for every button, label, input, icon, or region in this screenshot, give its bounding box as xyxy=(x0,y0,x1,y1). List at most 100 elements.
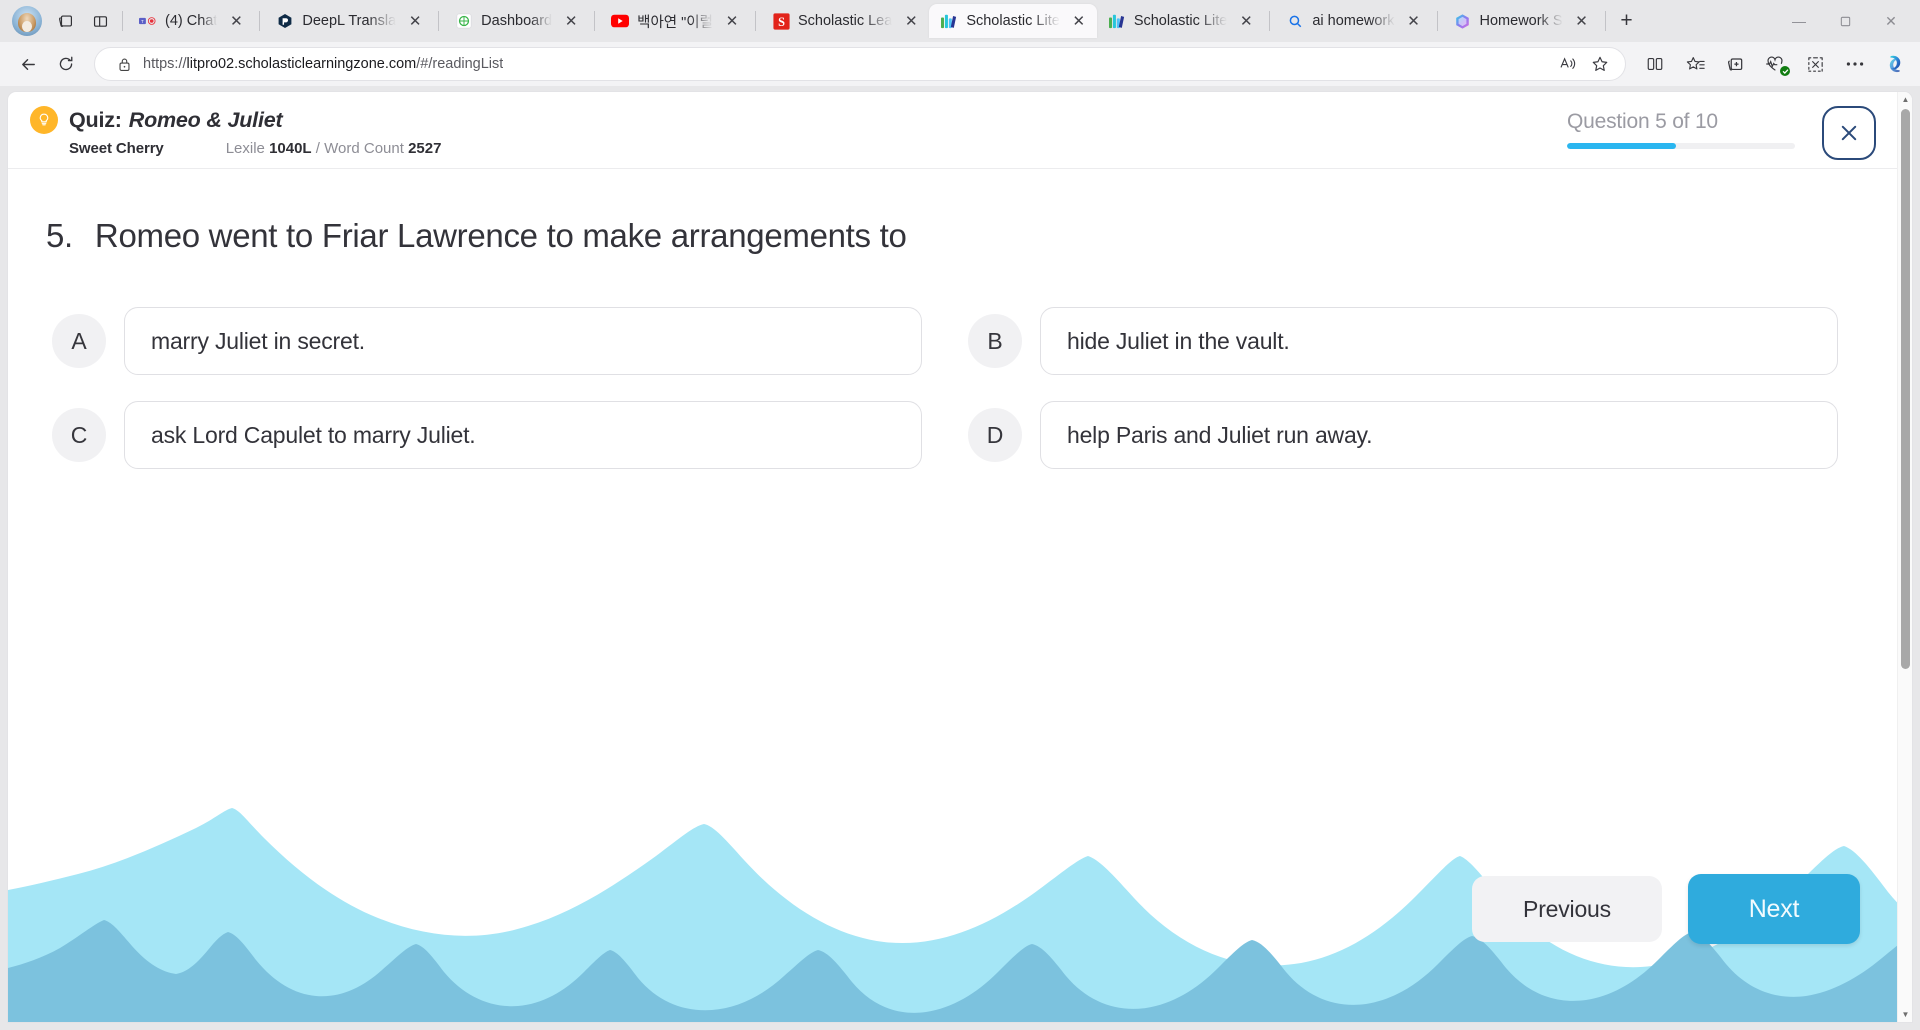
scroll-up-arrow[interactable]: ▲ xyxy=(1898,92,1912,107)
progress-fill xyxy=(1567,143,1677,149)
scrollbar-thumb[interactable] xyxy=(1901,109,1910,669)
meta-separator: / xyxy=(315,140,320,157)
profile-avatar[interactable] xyxy=(12,6,42,36)
search-icon xyxy=(1286,12,1304,30)
maximize-button[interactable] xyxy=(1822,0,1868,42)
favorite-star-icon[interactable] xyxy=(1585,50,1615,78)
progress-track xyxy=(1567,143,1795,149)
scholastic-books-icon xyxy=(1108,12,1126,30)
omnibox-actions xyxy=(1553,50,1615,78)
quiz-header: Quiz: Romeo & Juliet Sweet Cherry Lexile … xyxy=(8,92,1912,168)
tab-close-icon[interactable]: ✕ xyxy=(900,10,922,32)
quiz-title-prefix: Quiz: xyxy=(69,107,122,132)
answer-option-c[interactable]: C ask Lord Capulet to marry Juliet. xyxy=(52,401,922,469)
browser-tab-homework-s[interactable]: Homework S ✕ xyxy=(1443,4,1600,38)
browser-window: T (4) Chat ✕ DeepL Transla ✕ Dashboard ✕… xyxy=(0,0,1920,1030)
collections-icon[interactable] xyxy=(49,6,83,36)
deepl-icon xyxy=(276,12,294,30)
divider xyxy=(259,11,261,31)
tab-close-icon[interactable]: ✕ xyxy=(560,10,582,32)
lexile-label: Lexile xyxy=(225,140,265,157)
browser-tab-youtube[interactable]: 백아연 "이럴 ✕ xyxy=(600,4,750,38)
reload-icon[interactable] xyxy=(48,47,84,81)
browser-tab-scholastic-lit-2[interactable]: Scholastic Lite ✕ xyxy=(1097,4,1265,38)
tab-title: 백아연 "이럴 xyxy=(637,14,713,31)
scroll-down-arrow[interactable]: ▼ xyxy=(1898,1007,1912,1022)
tab-close-icon[interactable]: ✕ xyxy=(721,10,743,32)
previous-button[interactable]: Previous xyxy=(1472,876,1662,942)
collections-icon[interactable] xyxy=(1716,47,1754,81)
browser-tab-scholastic-lz[interactable]: S Scholastic Lea ✕ xyxy=(761,4,929,38)
settings-more-icon[interactable] xyxy=(1836,47,1874,81)
question-block: 5. Romeo went to Friar Lawrence to make … xyxy=(46,217,1912,255)
question-number: 5. xyxy=(46,217,73,254)
browser-essentials-icon[interactable] xyxy=(1756,47,1794,81)
tab-close-icon[interactable]: ✕ xyxy=(1403,10,1425,32)
address-bar[interactable]: https://litpro02.scholasticlearningzone.… xyxy=(94,47,1626,81)
tab-close-icon[interactable]: ✕ xyxy=(1571,10,1593,32)
page-content: Quiz: Romeo & Juliet Sweet Cherry Lexile … xyxy=(8,92,1912,1022)
browser-tab-dashboard[interactable]: Dashboard ✕ xyxy=(444,4,589,38)
tab-close-icon[interactable]: ✕ xyxy=(404,10,426,32)
tab-close-icon[interactable]: ✕ xyxy=(225,10,247,32)
youtube-icon xyxy=(611,12,630,30)
answer-option-d[interactable]: D help Paris and Juliet run away. xyxy=(968,401,1838,469)
dashboard-icon xyxy=(455,12,473,30)
option-text-d[interactable]: help Paris and Juliet run away. xyxy=(1040,401,1838,469)
answer-option-a[interactable]: A marry Juliet in secret. xyxy=(52,307,922,375)
divider xyxy=(1436,11,1438,31)
split-screen-icon[interactable] xyxy=(83,6,117,36)
divider xyxy=(594,11,596,31)
tab-title: DeepL Transla xyxy=(302,13,397,29)
screenshot-icon[interactable] xyxy=(1796,47,1834,81)
browser-tab-chat[interactable]: T (4) Chat ✕ xyxy=(128,4,254,38)
lightbulb-icon xyxy=(30,106,58,134)
tab-title: Scholastic Lite xyxy=(1133,13,1228,29)
scholastic-books-icon xyxy=(940,12,958,30)
option-text-b[interactable]: hide Juliet in the vault. xyxy=(1040,307,1838,375)
question-progress: Question 5 of 10 xyxy=(1567,110,1795,149)
copilot-icon xyxy=(1454,12,1472,30)
tab-title: Scholastic Lea xyxy=(798,13,893,29)
quiz-navigation-buttons: Previous Next xyxy=(1472,874,1860,944)
close-window-button[interactable]: ✕ xyxy=(1868,0,1914,42)
browser-tab-deepl[interactable]: DeepL Transla ✕ xyxy=(265,4,433,38)
answer-option-b[interactable]: B hide Juliet in the vault. xyxy=(968,307,1838,375)
minimize-button[interactable]: — xyxy=(1776,0,1822,42)
lexile-value: 1040L xyxy=(269,140,312,157)
divider xyxy=(438,11,440,31)
option-letter-b: B xyxy=(968,314,1022,368)
option-text-a[interactable]: marry Juliet in secret. xyxy=(124,307,922,375)
url-text: https://litpro02.scholasticlearningzone.… xyxy=(143,56,504,72)
back-icon[interactable] xyxy=(10,47,46,81)
option-letter-d: D xyxy=(968,408,1022,462)
progress-label: Question 5 of 10 xyxy=(1567,110,1718,133)
word-count-label: Word Count xyxy=(324,140,404,157)
option-letter-c: C xyxy=(52,408,106,462)
lock-icon xyxy=(113,57,135,72)
next-button[interactable]: Next xyxy=(1688,874,1860,944)
address-bar-row: https://litpro02.scholasticlearningzone.… xyxy=(0,42,1920,86)
option-text-c[interactable]: ask Lord Capulet to marry Juliet. xyxy=(124,401,922,469)
divider xyxy=(1604,11,1606,31)
new-tab-button[interactable]: + xyxy=(1611,6,1643,36)
tab-close-icon[interactable]: ✕ xyxy=(1235,10,1257,32)
browser-tab-ai-homework[interactable]: ai homework ✕ xyxy=(1275,4,1431,38)
answer-options: A marry Juliet in secret. B hide Juliet … xyxy=(52,307,1852,469)
divider xyxy=(755,11,756,31)
page-scrollbar[interactable]: ▲ ▼ xyxy=(1897,92,1912,1022)
divider xyxy=(122,11,123,31)
tab-title: Scholastic Lite xyxy=(966,13,1060,29)
browser-tab-scholastic-lit-active[interactable]: Scholastic Lite ✕ xyxy=(929,4,1097,38)
tab-close-icon[interactable]: ✕ xyxy=(1068,10,1090,32)
copilot-icon[interactable] xyxy=(1878,49,1912,79)
split-screen-icon[interactable] xyxy=(1636,47,1674,81)
option-letter-a: A xyxy=(52,314,106,368)
window-controls: — ✕ xyxy=(1776,0,1914,42)
favorites-icon[interactable] xyxy=(1676,47,1714,81)
header-divider xyxy=(8,168,1912,169)
word-count-value: 2527 xyxy=(408,140,442,157)
divider xyxy=(1269,11,1271,31)
read-aloud-icon[interactable] xyxy=(1553,50,1583,78)
close-quiz-button[interactable] xyxy=(1822,106,1876,160)
